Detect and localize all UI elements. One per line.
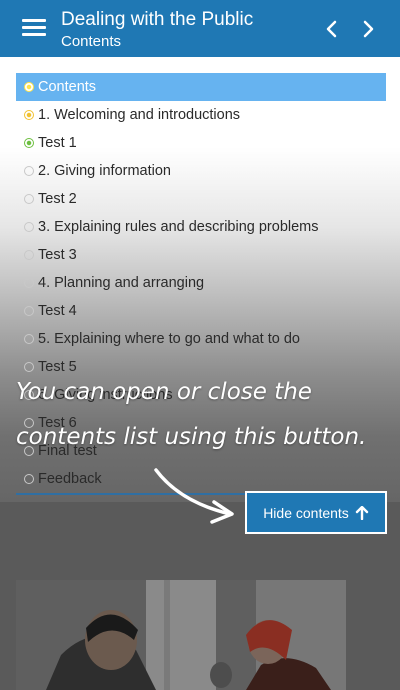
hamburger-icon[interactable] <box>22 19 46 39</box>
page-subtitle: Contents <box>61 33 122 50</box>
status-dot-icon <box>24 418 34 428</box>
status-dot-icon <box>24 138 34 148</box>
contents-panel: Contents 1. Welcoming and introductions Te… <box>0 57 400 502</box>
toc-item[interactable]: Final test <box>16 437 386 465</box>
toc-item-label: 5. Explaining where to go and what to do <box>38 331 300 347</box>
contents-list: Contents 1. Welcoming and introductions Te… <box>16 73 386 493</box>
toc-item[interactable]: Test 2 <box>16 185 386 213</box>
status-dot-icon <box>24 194 34 204</box>
arrow-up-icon <box>355 505 368 520</box>
toc-item-label: Test 3 <box>38 247 77 263</box>
toc-item-label: 1. Welcoming and introductions <box>38 107 241 123</box>
status-dot-icon <box>24 334 34 344</box>
toc-item-label: Feedback <box>38 471 102 487</box>
toc-item[interactable]: Test 5 <box>16 353 386 381</box>
toc-item-label: Test 1 <box>38 135 77 151</box>
toc-item-label: Test 6 <box>38 415 77 431</box>
toc-item[interactable]: Test 6 <box>16 409 386 437</box>
toc-item[interactable]: Test 1 <box>16 129 386 157</box>
status-dot-icon <box>24 278 34 288</box>
status-dot-icon <box>24 306 34 316</box>
status-dot-icon <box>24 166 34 176</box>
toc-item[interactable]: 4. Planning and arranging <box>16 269 386 297</box>
lesson-photo <box>16 580 346 690</box>
toc-item[interactable]: Test 4 <box>16 297 386 325</box>
toc-item-label: Final test <box>38 443 97 459</box>
page-title: Dealing with the Public <box>61 9 254 30</box>
toc-item-label: Contents <box>38 79 97 95</box>
status-dot-icon <box>24 222 34 232</box>
status-dot-icon <box>24 250 34 260</box>
toc-item-label: Test 5 <box>38 359 77 375</box>
toc-item-label: 3. Explaining rules and describing probl… <box>38 219 319 235</box>
toc-item-label: 6. Giving instructions <box>38 387 173 403</box>
status-dot-icon <box>24 390 34 400</box>
toc-item[interactable]: Contents <box>16 73 386 101</box>
toc-item[interactable]: 2. Giving information <box>16 157 386 185</box>
status-dot-icon <box>24 110 34 120</box>
status-dot-icon <box>24 82 34 92</box>
app-header: Dealing with the Public Contents <box>0 0 400 57</box>
chevron-left-icon[interactable] <box>321 18 343 40</box>
toc-item[interactable]: 6. Giving instructions <box>16 381 386 409</box>
toc-item-label: 4. Planning and arranging <box>38 275 205 291</box>
toc-item-label: Test 2 <box>38 191 77 207</box>
hide-contents-label: Hide contents <box>263 504 349 521</box>
toc-item[interactable]: 1. Welcoming and introductions <box>16 101 386 129</box>
status-dot-icon <box>24 474 34 484</box>
toc-item-label: Test 4 <box>38 303 77 319</box>
toc-item[interactable]: 3. Explaining rules and describing probl… <box>16 213 386 241</box>
toc-item-label: 2. Giving information <box>38 163 171 179</box>
toc-item[interactable]: Test 3 <box>16 241 386 269</box>
chevron-right-icon[interactable] <box>357 18 379 40</box>
status-dot-icon <box>24 362 34 372</box>
toc-item[interactable]: 5. Explaining where to go and what to do <box>16 325 386 353</box>
toc-item[interactable]: Feedback <box>16 465 386 493</box>
status-dot-icon <box>24 446 34 456</box>
hide-contents-button[interactable]: Hide contents <box>245 491 387 534</box>
